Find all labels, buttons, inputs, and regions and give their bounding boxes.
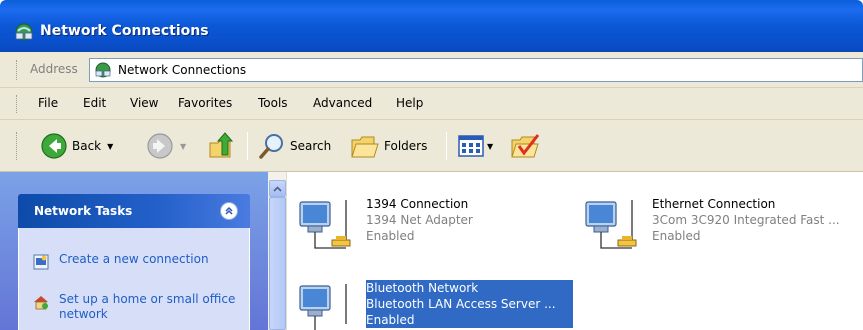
window-title: Network Connections <box>40 23 209 39</box>
menu-bar: File Edit View Favorites Tools Advanced … <box>0 88 863 120</box>
task-label[interactable]: Create a new connection <box>59 252 249 267</box>
connection-status: Enabled <box>366 229 415 243</box>
back-button[interactable]: Back ▼ <box>40 132 113 160</box>
menu-tools[interactable]: Tools <box>258 96 288 110</box>
connection-device: Bluetooth LAN Access Server ... <box>366 297 556 311</box>
menu-edit[interactable]: Edit <box>83 96 106 110</box>
views-icon <box>458 135 484 157</box>
connection-device: 1394 Net Adapter <box>366 213 473 227</box>
connection-text: Bluetooth Network Bluetooth LAN Access S… <box>366 280 573 328</box>
search-label: Search <box>290 139 332 153</box>
network-connection-icon <box>299 284 347 330</box>
network-tasks-body: Create a new connection Set up a home or… <box>18 228 250 330</box>
scrollbar-thumb[interactable] <box>269 197 286 330</box>
toolbar-separator <box>446 132 447 160</box>
search-icon <box>259 134 283 159</box>
connection-name: Bluetooth Network <box>366 281 479 295</box>
collapse-chevron-icon[interactable] <box>220 202 238 220</box>
folders-label: Folders <box>384 139 428 153</box>
menu-file[interactable]: File <box>38 96 58 110</box>
up-folder-icon <box>209 132 234 158</box>
connection-name: 1394 Connection <box>366 197 469 211</box>
folder-options-button[interactable] <box>510 132 540 160</box>
toolbar-separator <box>247 132 248 160</box>
network-connection-icon <box>299 200 351 249</box>
connections-view: 1394 Connection 1394 Net Adapter Enabled… <box>268 172 863 330</box>
connection-status: Enabled <box>652 229 701 243</box>
network-tasks-header[interactable]: Network Tasks <box>18 194 250 228</box>
connection-name: Ethernet Connection <box>652 197 776 211</box>
dropdown-arrow-icon[interactable]: ▼ <box>107 142 113 151</box>
network-connections-icon <box>15 23 33 41</box>
dropdown-arrow-icon[interactable]: ▼ <box>487 142 493 151</box>
standard-toolbar: Back ▼ ▼ Search Folders ▼ <box>0 120 863 172</box>
task-label[interactable]: Set up a home or small office network <box>59 292 249 322</box>
connection-status: Enabled <box>366 313 415 327</box>
search-button[interactable]: Search <box>258 132 331 160</box>
back-arrow-icon <box>41 133 67 159</box>
menu-advanced[interactable]: Advanced <box>313 96 372 110</box>
vertical-scrollbar[interactable] <box>268 172 287 330</box>
connection-device: 3Com 3C920 Integrated Fast ... <box>652 213 840 227</box>
task-pane: Network Tasks Create a new connection Se… <box>0 172 268 330</box>
network-tasks-title: Network Tasks <box>34 204 133 218</box>
forward-button[interactable]: ▼ <box>146 132 186 160</box>
address-bar: Address Network Connections <box>0 52 863 88</box>
window-title-bar[interactable]: Network Connections <box>0 0 863 52</box>
dropdown-arrow-icon[interactable]: ▼ <box>180 142 186 151</box>
network-connection-icon <box>585 200 637 249</box>
menu-help[interactable]: Help <box>396 96 423 110</box>
back-label: Back <box>72 139 102 153</box>
menu-favorites[interactable]: Favorites <box>178 96 232 110</box>
forward-arrow-icon <box>147 133 173 159</box>
connection-text: 1394 Connection 1394 Net Adapter Enabled <box>366 196 473 244</box>
up-folder-button[interactable] <box>206 132 236 160</box>
views-button[interactable]: ▼ <box>458 132 493 160</box>
folder-checkmark-icon <box>511 134 540 158</box>
network-connections-icon <box>95 62 111 78</box>
scroll-up-button[interactable] <box>269 180 286 197</box>
folders-icon <box>351 136 379 158</box>
toolbar-grip[interactable] <box>16 95 18 113</box>
home-network-icon <box>34 296 48 310</box>
toolbar-grip[interactable] <box>16 132 18 160</box>
chevron-up-icon <box>273 185 282 192</box>
address-value: Network Connections <box>118 63 247 77</box>
connection-text: Ethernet Connection 3Com 3C920 Integrate… <box>652 196 840 244</box>
new-connection-icon <box>33 254 49 270</box>
main-area: Network Tasks Create a new connection Se… <box>0 172 863 330</box>
address-label: Address <box>30 62 78 76</box>
toolbar-grip[interactable] <box>16 60 18 80</box>
address-field[interactable]: Network Connections <box>89 58 863 82</box>
folders-button[interactable]: Folders <box>350 132 427 160</box>
menu-view[interactable]: View <box>130 96 158 110</box>
